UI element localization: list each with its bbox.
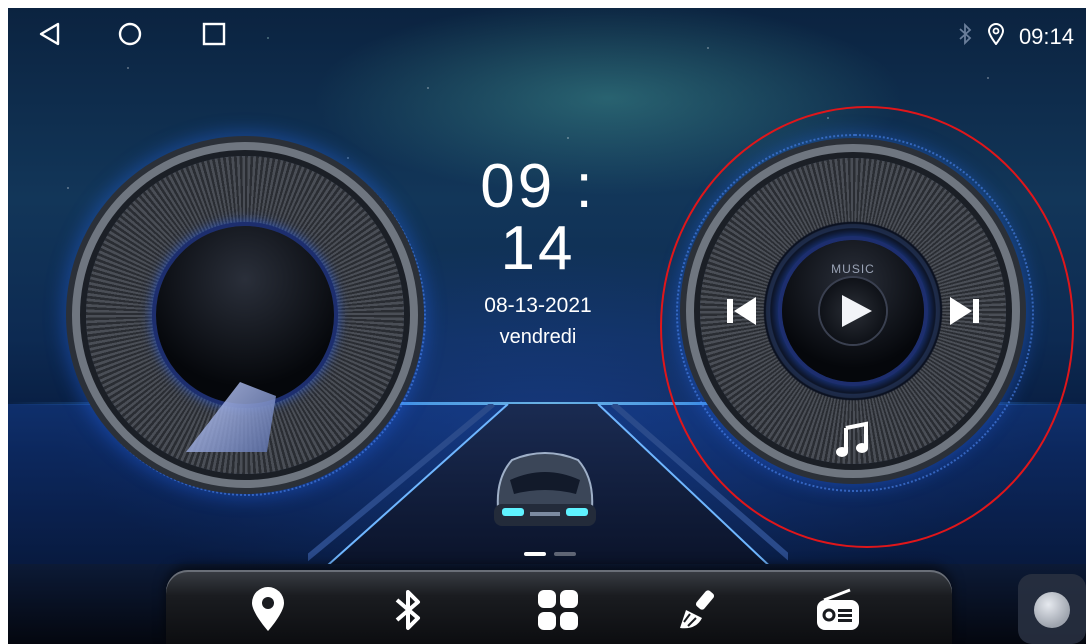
page-dot xyxy=(554,552,576,556)
assistive-knob-icon xyxy=(1034,592,1070,628)
car-launcher-screen: 09:14 09 : 14 08-13-2021 vendredi MUSIC xyxy=(8,8,1086,644)
home-circle-icon[interactable] xyxy=(116,20,144,48)
app-grid-icon xyxy=(538,590,578,630)
location-pin-icon xyxy=(987,23,1005,51)
radio-button[interactable] xyxy=(808,580,868,640)
bluetooth-button[interactable] xyxy=(378,580,438,640)
recents-square-icon[interactable] xyxy=(200,20,228,48)
page-indicator xyxy=(524,552,576,556)
status-time: 09:14 xyxy=(1018,24,1074,49)
status-bar: 09:14 xyxy=(957,22,1074,52)
floating-assistive-button[interactable] xyxy=(1018,574,1086,644)
left-dial-center xyxy=(156,226,334,404)
clock-date: 08-13-2021 xyxy=(484,294,592,317)
bluetooth-icon xyxy=(395,590,420,630)
theme-button[interactable] xyxy=(668,580,728,640)
map-pin-icon xyxy=(252,587,284,631)
bluetooth-icon xyxy=(957,22,973,52)
clock-widget[interactable]: 09 : 14 08-13-2021 vendredi xyxy=(438,156,638,349)
left-gauge-dial[interactable] xyxy=(86,156,404,474)
apps-button[interactable] xyxy=(528,580,588,640)
annotation-red-circle xyxy=(660,106,1074,548)
clock-time: 09 : 14 xyxy=(480,152,596,283)
page-dot-active xyxy=(524,552,546,556)
app-dock xyxy=(166,570,952,644)
car-graphic xyxy=(494,452,596,526)
radio-icon xyxy=(817,588,859,630)
navigation-button[interactable] xyxy=(238,580,298,640)
paint-brush-icon xyxy=(680,590,715,629)
clock-day: vendredi xyxy=(499,326,577,348)
back-triangle-icon[interactable] xyxy=(36,20,64,48)
